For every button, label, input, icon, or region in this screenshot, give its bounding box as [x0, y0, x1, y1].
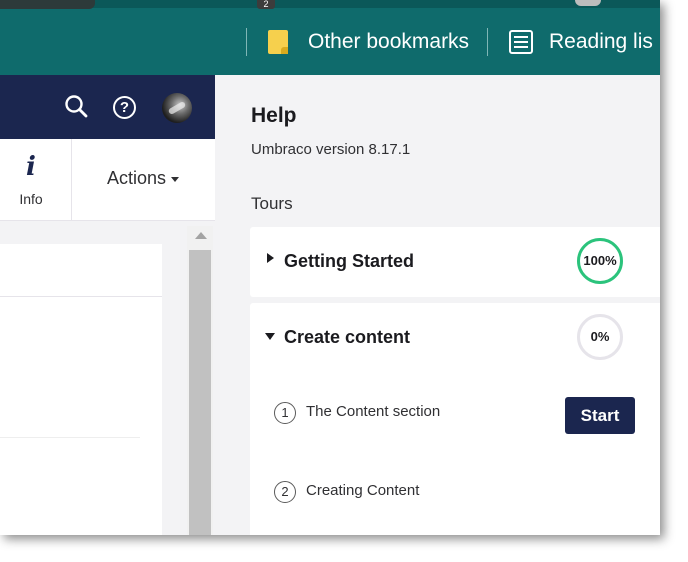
bookmark-label: Other bookmarks — [308, 30, 470, 53]
info-label: Info — [19, 191, 43, 207]
step-number: 2 — [274, 481, 296, 503]
tour-progress-ring: 100% — [577, 238, 623, 284]
vertical-scrollbar[interactable] — [187, 226, 213, 535]
scroll-thumb[interactable] — [189, 250, 211, 535]
tour-step: 2 Creating Content — [274, 478, 660, 508]
tour-title[interactable]: Create content — [284, 327, 410, 348]
browser-tab[interactable] — [0, 0, 95, 9]
step-number: 1 — [274, 402, 296, 424]
search-icon[interactable] — [63, 93, 91, 121]
scroll-up-arrow-icon[interactable] — [195, 232, 207, 239]
step-label: The Content section — [306, 403, 441, 420]
bookmark-separator — [246, 28, 247, 56]
actions-label: Actions — [107, 168, 167, 188]
bookmarks-bar: 2 Other bookmarks Reading lis — [0, 0, 660, 75]
caret-down-icon[interactable] — [265, 333, 275, 340]
tours-heading: Tours — [251, 194, 293, 213]
bookmark-other-bookmarks[interactable]: Other bookmarks — [268, 27, 469, 57]
folder-icon — [268, 30, 288, 54]
tour-title: Getting Started — [284, 251, 415, 271]
info-icon: i — [26, 152, 36, 182]
divider — [0, 296, 162, 297]
tour-progress-value: 0% — [590, 329, 610, 344]
help-drawer: Help Umbraco version 8.17.1 Tours Gettin… — [215, 75, 660, 535]
step-label: Creating Content — [306, 482, 420, 499]
content-panel — [0, 244, 162, 535]
tour-progress-value: 100% — [583, 253, 617, 268]
help-title: Help — [251, 104, 297, 127]
start-tour-button[interactable]: Start — [565, 397, 635, 434]
tab-count-badge: 2 — [257, 0, 275, 9]
caret-down-icon — [171, 176, 180, 182]
actions-dropdown[interactable]: Actions — [107, 168, 180, 189]
tour-create-content: Create content 0% 1 The Content section … — [250, 303, 660, 535]
info-button[interactable]: i Info — [0, 139, 72, 220]
reading-list-icon — [509, 30, 533, 54]
bookmark-separator — [487, 28, 488, 56]
divider — [0, 437, 140, 438]
profile-icon[interactable] — [575, 0, 601, 6]
bookmark-label: Reading lis — [549, 30, 653, 53]
tour-progress-ring: 0% — [577, 314, 623, 360]
help-icon[interactable]: ? — [113, 96, 136, 119]
bookmark-reading-list[interactable]: Reading lis — [509, 27, 653, 57]
tour-getting-started[interactable]: Getting Started 100% — [250, 227, 660, 297]
screenshot-frame: 2 Other bookmarks Reading lis ? i Info A… — [0, 0, 660, 535]
user-avatar[interactable] — [162, 93, 192, 123]
umbraco-version: Umbraco version 8.17.1 — [251, 141, 411, 158]
editor-toolbar: i Info Actions — [0, 139, 215, 221]
caret-right-icon — [267, 253, 274, 263]
tab-strip — [0, 0, 660, 8]
